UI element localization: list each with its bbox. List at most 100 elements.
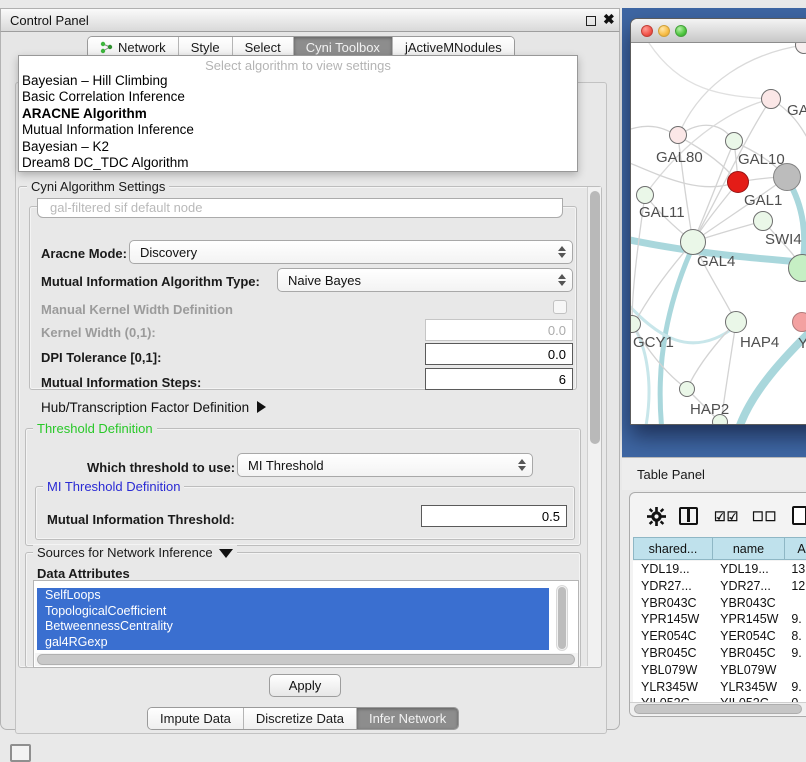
table-horizontal-scrollbar[interactable]: [630, 702, 806, 715]
mi-steps-label: Mutual Information Steps:: [41, 375, 201, 390]
algorithm-option[interactable]: Bayesian – K2: [19, 139, 577, 155]
close-icon[interactable]: ✖: [603, 11, 615, 28]
network-node-hap2[interactable]: [679, 381, 695, 397]
table-row[interactable]: YIL052CYIL052C0.: [633, 695, 806, 702]
hub-definition-toggle[interactable]: Hub/Transcription Factor Definition: [41, 400, 266, 415]
control-panel-titlebar[interactable]: Control Panel ✖: [0, 8, 620, 32]
table-row[interactable]: YPR145WYPR145W9.: [633, 611, 806, 628]
table-row[interactable]: YDR27...YDR27...12: [633, 578, 806, 595]
kernel-width-field[interactable]: 0.0: [425, 319, 573, 341]
sources-group-title[interactable]: Sources for Network Inference: [33, 545, 237, 560]
network-node-y[interactable]: [792, 312, 806, 332]
network-node-gal4[interactable]: [680, 229, 706, 255]
attribute-item[interactable]: BetweennessCentrality: [37, 619, 549, 635]
zoom-traffic-light-icon[interactable]: [675, 25, 687, 37]
page-icon[interactable]: [792, 506, 806, 525]
algorithm-option[interactable]: Mutual Information Inference: [19, 122, 577, 138]
table-cell: YER054C: [712, 628, 783, 645]
tab-impute-data[interactable]: Impute Data: [148, 708, 244, 729]
tab-discretize-data[interactable]: Discretize Data: [244, 708, 357, 729]
aracne-mode-label: Aracne Mode:: [41, 246, 127, 261]
table-cell: YBR043C: [712, 595, 783, 612]
table-row[interactable]: YLR345WYLR345W9.: [633, 679, 806, 696]
network-node[interactable]: [712, 414, 728, 425]
table-cell: 8.: [783, 628, 806, 645]
table-row[interactable]: YBR043CYBR043C: [633, 595, 806, 612]
table-cell: YIL052C: [712, 695, 783, 702]
data-attributes-label: Data Attributes: [37, 566, 130, 581]
network-node-gal10[interactable]: [725, 132, 743, 150]
table-cell: [783, 595, 806, 612]
network-node-gal11[interactable]: [636, 186, 654, 204]
network-view-window[interactable]: GALGAL80GAL10GAL1SWI4GAL11GAL4GCY1HAP4YH…: [630, 18, 806, 425]
node-label: GAL4: [697, 253, 735, 270]
network-node-gal1[interactable]: [727, 171, 749, 193]
close-traffic-light-icon[interactable]: [641, 25, 653, 37]
settings-scrollbar[interactable]: [587, 187, 601, 666]
list-vertical-scrollbar[interactable]: [556, 585, 568, 651]
table-row[interactable]: YBL079WYBL079W: [633, 662, 806, 679]
gear-icon[interactable]: [647, 507, 666, 526]
table-row[interactable]: YDL19...YDL19...13: [633, 561, 806, 578]
network-selector-combo[interactable]: gal-filtered sif default node: [37, 198, 563, 218]
network-node-gal[interactable]: [761, 89, 781, 109]
tab-infer-network[interactable]: Infer Network: [357, 708, 458, 729]
mi-type-combo[interactable]: Naive Bayes: [277, 268, 573, 292]
column-header-name[interactable]: name: [713, 537, 785, 560]
mi-threshold-field[interactable]: 0.5: [421, 505, 567, 527]
table-toolbar: ☑☑ ☐☐: [630, 493, 806, 537]
network-window-titlebar[interactable]: [631, 19, 806, 43]
network-edge[interactable]: [645, 99, 771, 195]
manual-kernel-checkbox[interactable]: [553, 300, 567, 314]
minimized-window-icon[interactable]: [10, 744, 31, 762]
columns-icon[interactable]: [679, 507, 698, 525]
network-edge[interactable]: [649, 43, 771, 99]
algorithm-option[interactable]: Bayesian – Hill Climbing: [19, 73, 577, 89]
network-edge[interactable]: [678, 45, 804, 136]
table-cell: YPR145W: [712, 611, 783, 628]
dpi-tolerance-field[interactable]: 0.0: [425, 343, 573, 365]
network-node-gal80[interactable]: [669, 126, 687, 144]
network-node-swi4[interactable]: [753, 211, 773, 231]
table-panel-titlebar: Table Panel: [622, 457, 806, 490]
minimize-traffic-light-icon[interactable]: [658, 25, 670, 37]
apply-button[interactable]: Apply: [269, 674, 341, 697]
mi-threshold-group-title: MI Threshold Definition: [43, 479, 184, 494]
attribute-item[interactable]: TopologicalCoefficient: [37, 604, 549, 620]
mi-threshold-label: Mutual Information Threshold:: [47, 512, 235, 527]
list-horizontal-scrollbar[interactable]: [35, 653, 578, 666]
network-canvas[interactable]: GALGAL80GAL10GAL1SWI4GAL11GAL4GCY1HAP4YH…: [631, 43, 806, 425]
mi-steps-field[interactable]: 6: [425, 368, 573, 390]
algorithm-option[interactable]: Basic Correlation Inference: [19, 89, 577, 105]
combo-arrows-icon: [514, 459, 532, 471]
checked-boxes-icon[interactable]: ☑☑: [714, 509, 739, 525]
attribute-item[interactable]: SelfLoops: [37, 588, 549, 604]
dpi-tolerance-label: DPI Tolerance [0,1]:: [41, 350, 161, 365]
algorithm-dropdown-popup: Select algorithm to view settings Bayesi…: [18, 55, 578, 172]
algorithm-option[interactable]: ARACNE Algorithm: [19, 106, 577, 122]
float-window-icon[interactable]: [586, 16, 596, 26]
column-header-shared[interactable]: shared...: [633, 537, 713, 560]
table-cell: [783, 662, 806, 679]
table-cell: YBR043C: [633, 595, 712, 612]
data-attributes-list[interactable]: SelfLoopsTopologicalCoefficientBetweenne…: [33, 580, 579, 668]
column-header-a[interactable]: A: [785, 537, 806, 560]
table-row[interactable]: YBR045CYBR045C9.: [633, 645, 806, 662]
tab-label: jActiveMNodules: [405, 40, 502, 55]
unchecked-boxes-icon[interactable]: ☐☐: [752, 509, 777, 525]
table-cell: 0.: [783, 695, 806, 702]
attribute-item[interactable]: gal4RGexp: [37, 635, 549, 651]
table-cell: YDL19...: [633, 561, 712, 578]
bottom-tabbar: Impute Data Discretize Data Infer Network: [147, 707, 459, 730]
table-cell: YIL052C: [633, 695, 712, 702]
network-node-hap4[interactable]: [725, 311, 747, 333]
table-row[interactable]: YER054CYER054C8.: [633, 628, 806, 645]
network-edge[interactable]: [634, 242, 693, 324]
tab-label: Discretize Data: [256, 711, 344, 726]
network-node[interactable]: [773, 163, 801, 191]
table-cell: YDR27...: [633, 578, 712, 595]
aracne-mode-combo[interactable]: Discovery: [129, 240, 573, 264]
algorithm-option[interactable]: Dream8 DC_TDC Algorithm: [19, 155, 577, 171]
which-threshold-combo[interactable]: MI Threshold: [237, 453, 533, 477]
kernel-width-label: Kernel Width (0,1):: [41, 325, 156, 340]
